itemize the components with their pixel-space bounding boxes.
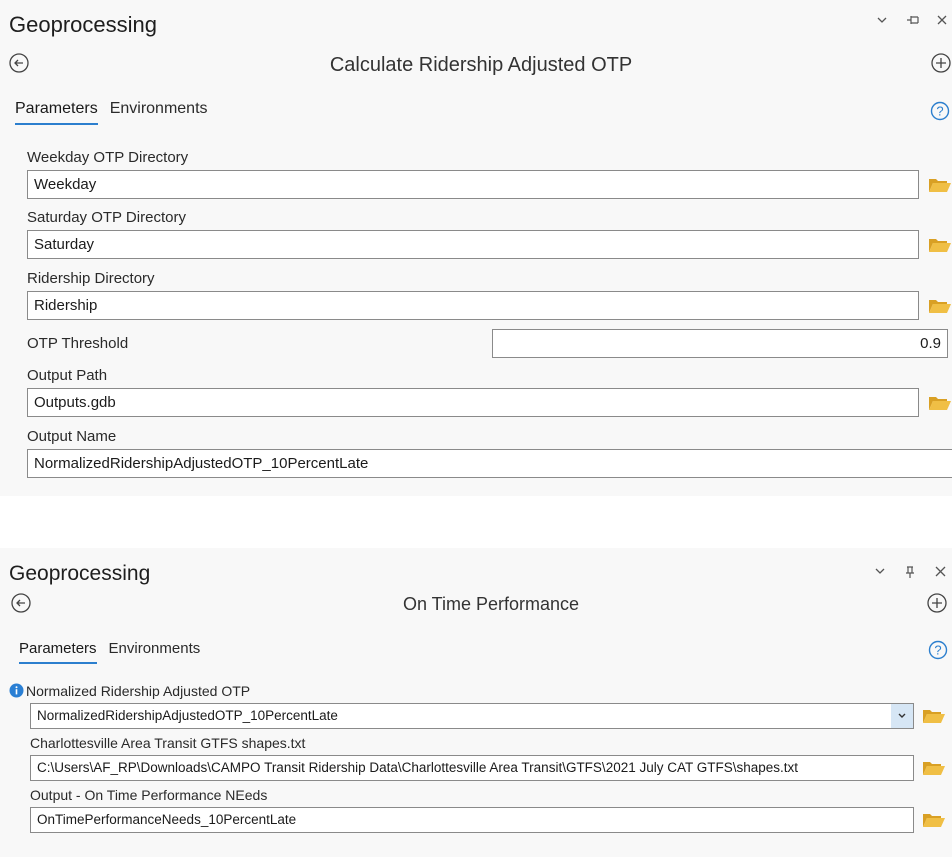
geoprocessing-pane-ontime: Geoprocessing On Time Performance Parame… [0, 548, 952, 857]
pane-title: Geoprocessing [9, 12, 157, 37]
folder-icon[interactable] [928, 236, 952, 254]
gtfs-shapes-input[interactable]: C:\Users\AF_RP\Downloads\CAMPO Transit R… [30, 755, 914, 781]
help-icon[interactable]: ? [928, 640, 948, 660]
add-icon[interactable] [930, 52, 952, 74]
folder-icon[interactable] [922, 811, 946, 829]
dropdown-value: NormalizedRidershipAdjustedOTP_10Percent… [37, 708, 338, 723]
tab-environments[interactable]: Environments [110, 100, 208, 123]
param-label-gtfs-shapes: Charlottesville Area Transit GTFS shapes… [30, 735, 306, 751]
tab-bar: Parameters Environments [19, 640, 200, 670]
tab-parameters[interactable]: Parameters [19, 640, 97, 664]
param-label-normalized-otp: Normalized Ridership Adjusted OTP [26, 683, 251, 699]
pin-icon[interactable] [906, 14, 920, 26]
saturday-directory-input[interactable]: Saturday [27, 230, 919, 259]
info-icon[interactable] [9, 683, 24, 698]
param-label-output-path: Output Path [27, 367, 108, 384]
folder-icon[interactable] [928, 297, 952, 315]
folder-icon[interactable] [928, 176, 952, 194]
tool-name: On Time Performance [402, 594, 580, 614]
pane-title: Geoprocessing [9, 562, 151, 585]
svg-text:?: ? [934, 643, 941, 658]
param-label-otp-threshold: OTP Threshold [27, 335, 129, 352]
param-label-weekday: Weekday OTP Directory [27, 149, 189, 166]
param-label-output-ontime: Output - On Time Performance NEeds [30, 787, 268, 803]
tool-name: Calculate Ridership Adjusted OTP [329, 54, 633, 76]
chevron-down-icon[interactable] [874, 565, 888, 579]
folder-icon[interactable] [922, 707, 946, 725]
param-label-ridership: Ridership Directory [27, 270, 155, 287]
geoprocessing-pane-calculate: Geoprocessing Calculate Ridership Adjust… [0, 0, 952, 496]
ridership-directory-input[interactable]: Ridership [27, 291, 919, 320]
chevron-down-icon[interactable] [876, 14, 890, 26]
add-icon[interactable] [926, 592, 948, 614]
output-ontime-input[interactable]: OnTimePerformanceNeeds_10PercentLate [30, 807, 914, 833]
output-path-input[interactable]: Outputs.gdb [27, 388, 919, 417]
tab-environments[interactable]: Environments [109, 640, 201, 662]
normalized-otp-dropdown[interactable]: NormalizedRidershipAdjustedOTP_10Percent… [30, 703, 914, 729]
pane-titlebar: Geoprocessing [0, 0, 952, 48]
folder-icon[interactable] [928, 394, 952, 412]
tool-header: Calculate Ridership Adjusted OTP [0, 46, 952, 82]
weekday-directory-input[interactable]: Weekday [27, 170, 919, 199]
svg-text:?: ? [936, 104, 943, 119]
otp-threshold-input[interactable]: 0.9 [492, 329, 948, 358]
tab-bar: Parameters Environments [15, 100, 208, 130]
param-label-output-name: Output Name [27, 428, 117, 445]
output-name-input[interactable]: NormalizedRidershipAdjustedOTP_10Percent… [27, 449, 952, 478]
chevron-down-icon[interactable] [891, 704, 913, 728]
folder-icon[interactable] [922, 759, 946, 777]
tool-header: On Time Performance [0, 586, 952, 622]
close-icon[interactable] [934, 565, 948, 579]
pin-icon[interactable] [904, 565, 918, 579]
help-icon[interactable]: ? [930, 101, 950, 121]
window-controls [874, 565, 948, 579]
param-label-saturday: Saturday OTP Directory [27, 209, 186, 226]
window-controls [876, 14, 950, 26]
tab-parameters[interactable]: Parameters [15, 100, 98, 125]
close-icon[interactable] [936, 14, 950, 26]
